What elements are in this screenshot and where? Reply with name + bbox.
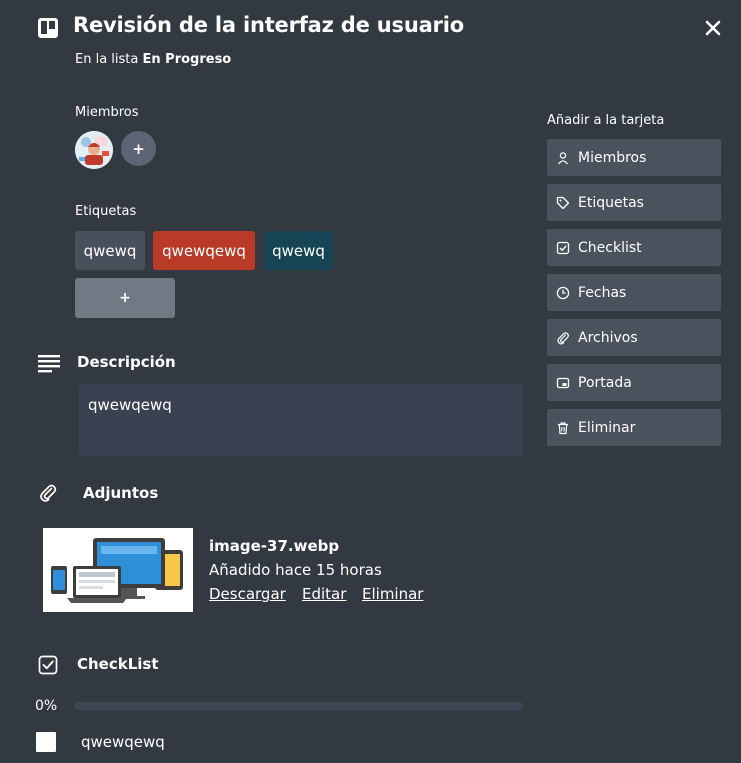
paperclip-icon	[38, 483, 58, 503]
sidebar-dates-button[interactable]: Fechas	[547, 274, 721, 311]
sidebar-cover-button[interactable]: Portada	[547, 364, 721, 401]
checklist-title: CheckList	[77, 655, 159, 673]
paperclip-icon	[556, 331, 570, 345]
delete-attachment-link[interactable]: Eliminar	[362, 585, 423, 603]
label-tag[interactable]: qwewq	[264, 231, 333, 270]
board-icon	[38, 18, 58, 38]
label-tag[interactable]: qwewqewq	[153, 231, 255, 270]
sidebar-button-label: Etiquetas	[578, 194, 644, 211]
attachment-name[interactable]: image-37.webp	[209, 537, 339, 555]
checkbox-icon	[556, 241, 570, 255]
edit-link[interactable]: Editar	[302, 585, 346, 603]
sidebar-labels-button[interactable]: Etiquetas	[547, 184, 721, 221]
clock-icon	[556, 286, 570, 300]
checklist-item-checkbox[interactable]	[36, 732, 56, 752]
tag-icon	[556, 196, 570, 210]
card-title[interactable]: Revisión de la interfaz de usuario	[73, 13, 464, 37]
close-icon[interactable]	[703, 18, 723, 38]
attachment-thumbnail[interactable]	[43, 528, 193, 612]
attachments-title: Adjuntos	[83, 484, 159, 502]
description-icon	[38, 353, 60, 373]
user-icon	[556, 151, 570, 165]
sidebar-button-label: Portada	[578, 374, 632, 391]
sidebar-title: Añadir a la tarjeta	[547, 113, 665, 128]
sidebar-members-button[interactable]: Miembros	[547, 139, 721, 176]
list-name[interactable]: En Progreso	[143, 52, 232, 67]
download-link[interactable]: Descargar	[209, 585, 286, 603]
members-label: Miembros	[75, 105, 139, 120]
add-label-button[interactable]: +	[75, 278, 175, 318]
sidebar-button-label: Miembros	[578, 149, 647, 166]
labels-title: Etiquetas	[75, 204, 137, 219]
description-box[interactable]	[79, 384, 523, 456]
label-tag[interactable]: qwewq	[75, 231, 145, 270]
sidebar-checklist-button[interactable]: Checklist	[547, 229, 721, 266]
sidebar-button-label: Eliminar	[578, 419, 636, 436]
sidebar-button-label: Fechas	[578, 284, 627, 301]
sidebar-files-button[interactable]: Archivos	[547, 319, 721, 356]
sidebar-button-label: Archivos	[578, 329, 638, 346]
progress-bar	[74, 702, 523, 710]
progress-percent: 0%	[35, 698, 58, 714]
add-member-button[interactable]: +	[121, 131, 156, 166]
list-prefix: En la lista	[75, 52, 139, 67]
sidebar-button-label: Checklist	[578, 239, 642, 256]
checklist-icon	[38, 655, 58, 675]
attachment-added-time: Añadido hace 15 horas	[209, 561, 382, 579]
checklist-item-text[interactable]: qwewqewq	[81, 733, 165, 751]
description-title: Descripción	[77, 353, 176, 371]
avatar[interactable]	[75, 131, 113, 169]
trash-icon	[556, 421, 570, 435]
description-text[interactable]: qwewqewq	[88, 396, 172, 414]
sidebar-delete-button[interactable]: Eliminar	[547, 409, 721, 446]
list-info: En la lista En Progreso	[75, 52, 231, 67]
cover-icon	[556, 376, 570, 390]
